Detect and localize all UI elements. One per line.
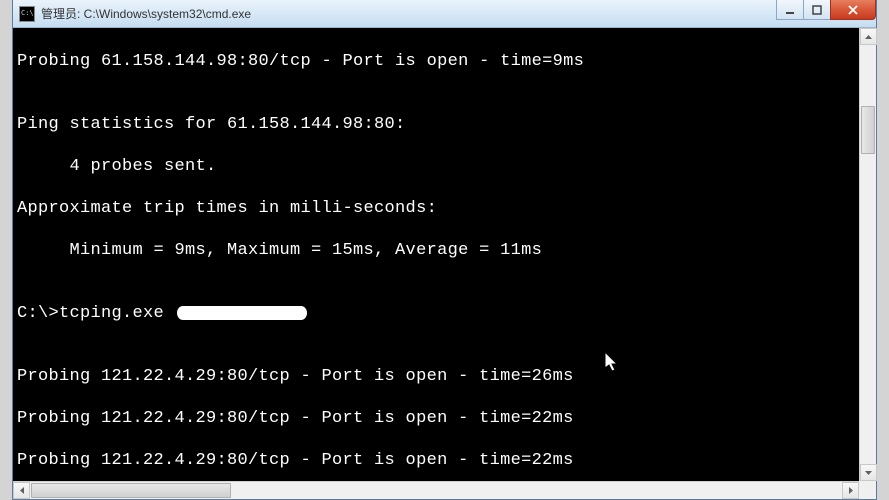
- window-controls: [777, 0, 876, 20]
- scroll-down-button[interactable]: [860, 464, 877, 481]
- scroll-corner: [859, 481, 876, 499]
- output-line: 4 probes sent.: [17, 156, 872, 177]
- close-button[interactable]: [830, 0, 876, 20]
- vertical-scroll-thumb[interactable]: [861, 106, 875, 154]
- prompt-text: C:\>tcping.exe: [17, 304, 175, 323]
- minimize-button[interactable]: [776, 0, 804, 20]
- scroll-right-button[interactable]: [842, 482, 859, 499]
- titlebar[interactable]: 管理员: C:\Windows\system32\cmd.exe: [13, 0, 876, 28]
- vertical-scrollbar[interactable]: [859, 28, 876, 481]
- window-title: 管理员: C:\Windows\system32\cmd.exe: [41, 5, 251, 22]
- output-line: Approximate trip times in milli-seconds:: [17, 198, 872, 219]
- output-line: Probing 121.22.4.29:80/tcp - Port is ope…: [17, 450, 872, 471]
- horizontal-scroll-thumb[interactable]: [31, 483, 231, 498]
- output-line: Ping statistics for 61.158.144.98:80:: [17, 114, 872, 135]
- prompt-line: C:\>tcping.exe: [17, 303, 872, 324]
- redacted-hostname: [177, 306, 307, 320]
- maximize-button[interactable]: [803, 0, 831, 20]
- output-line: Probing 121.22.4.29:80/tcp - Port is ope…: [17, 366, 872, 387]
- output-line: Minimum = 9ms, Maximum = 15ms, Average =…: [17, 240, 872, 261]
- output-line: Probing 61.158.144.98:80/tcp - Port is o…: [17, 51, 872, 72]
- scroll-left-button[interactable]: [13, 482, 30, 499]
- output-line: Probing 121.22.4.29:80/tcp - Port is ope…: [17, 408, 872, 429]
- cmd-window: 管理员: C:\Windows\system32\cmd.exe Probing…: [12, 0, 877, 500]
- terminal-output[interactable]: Probing 61.158.144.98:80/tcp - Port is o…: [13, 28, 876, 499]
- horizontal-scrollbar[interactable]: [13, 481, 859, 499]
- scroll-up-button[interactable]: [860, 28, 877, 45]
- cmd-icon: [19, 6, 35, 22]
